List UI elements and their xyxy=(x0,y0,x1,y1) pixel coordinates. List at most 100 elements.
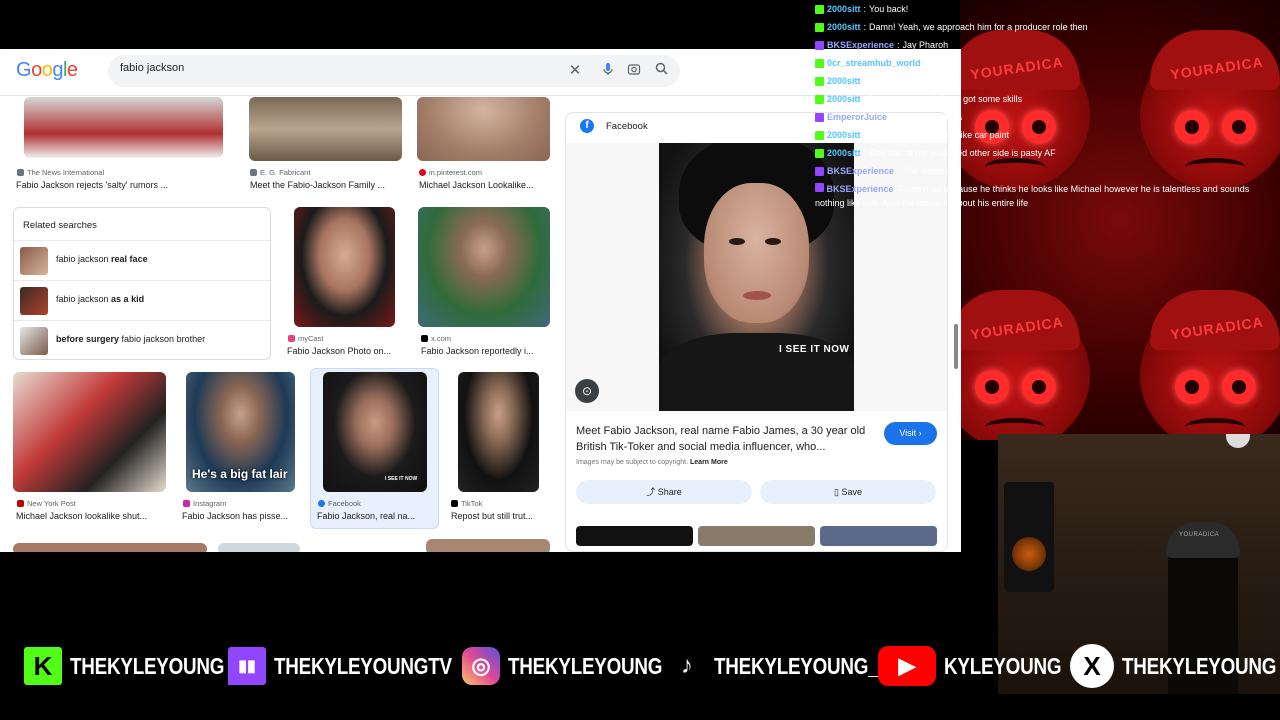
result-caption[interactable]: Michael Jackson lookalike shut... xyxy=(16,511,166,521)
image-overlay-text: I SEE IT NOW xyxy=(385,476,418,482)
social-handle: THEKYLEYOUNGTV xyxy=(274,652,452,679)
result-caption[interactable]: Fabio Jackson Photo on... xyxy=(287,346,405,356)
lens-search-button[interactable]: ⊙ xyxy=(575,379,599,403)
result-source: Instagram xyxy=(183,499,226,508)
result-image[interactable] xyxy=(249,97,402,161)
camera-icon[interactable] xyxy=(625,62,643,80)
result-caption[interactable]: Fabio Jackson reportedly i... xyxy=(421,346,549,356)
result-caption[interactable]: Fabio Jackson has pisse... xyxy=(182,511,302,521)
chat-message: 0cr_streamhub_world: xyxy=(815,54,1275,72)
chat-message: 2000sitt: Shore is this xyxy=(815,72,1275,90)
social-youtube: ▶ KYLEYOUNG xyxy=(878,640,1087,692)
related-image[interactable] xyxy=(820,526,937,546)
twitch-icon: ▮▮ xyxy=(228,647,266,685)
kick-icon xyxy=(815,148,824,158)
result-caption[interactable]: Fabio Jackson, real na... xyxy=(317,511,429,521)
result-source: E. G. Fabricant xyxy=(250,168,310,177)
google-logo[interactable]: Google xyxy=(16,59,78,82)
result-source: New York Post xyxy=(17,499,76,508)
result-image[interactable] xyxy=(218,543,300,552)
related-search-item[interactable]: fabio jackson real face xyxy=(14,240,270,280)
chat-message: BKSExperience: The 'dummies xyxy=(815,162,1275,180)
result-image[interactable] xyxy=(417,97,550,161)
twitch-icon xyxy=(815,40,824,50)
result-source: myCast xyxy=(288,334,323,343)
scrollbar-thumb[interactable] xyxy=(954,324,958,369)
kick-icon: K xyxy=(24,647,62,685)
search-box[interactable]: ✕ xyxy=(108,55,680,87)
result-caption[interactable]: Repost but still trut... xyxy=(451,511,551,521)
search-input[interactable] xyxy=(120,62,540,74)
result-caption[interactable]: Meet the Fabio-Jackson Family ... xyxy=(250,180,410,190)
youtube-icon: ▶ xyxy=(878,646,936,686)
related-image[interactable] xyxy=(698,526,815,546)
kick-icon xyxy=(815,4,824,14)
chat-message: BKSExperience: Jay Pharoh xyxy=(815,36,1275,54)
result-image[interactable] xyxy=(294,207,395,327)
result-image[interactable]: He's a big fat lair xyxy=(186,372,295,492)
stream-chat: 2000sitt: You back! 2000sitt: Damn! Yeah, … xyxy=(815,0,1275,210)
chat-message: EmperorJuice: lol i has a 'goo' a xyxy=(815,108,1275,126)
hat-text: YOURADICA xyxy=(1179,532,1220,538)
search-icon[interactable] xyxy=(652,62,670,80)
tiktok-icon: ♪ xyxy=(681,652,693,679)
kick-icon xyxy=(815,22,824,32)
related-searches-title: Related searches xyxy=(23,220,97,231)
chat-message: 2000sitt: He got lighter with the like ca… xyxy=(815,126,1275,144)
kick-icon xyxy=(815,76,824,86)
result-caption[interactable]: Michael Jackson Lookalike... xyxy=(419,180,554,190)
microphone-icon[interactable] xyxy=(599,62,617,80)
social-handle: THEKYLEYOUNG_ xyxy=(714,652,879,679)
save-button[interactable]: ▯ Save xyxy=(760,480,936,504)
visit-button[interactable]: Visit › xyxy=(884,422,937,445)
social-twitch: ▮▮ THEKYLEYOUNGTV xyxy=(228,640,491,692)
social-kick: K THEKYLEYOUNG xyxy=(24,640,258,692)
twitch-icon xyxy=(815,112,824,122)
panel-title[interactable]: Meet Fabio Jackson, real name Fabio Jame… xyxy=(576,423,876,455)
chat-message: 2000sitt: Damn! Yeah, we approach him for… xyxy=(815,18,1275,36)
studio-speaker xyxy=(1004,482,1054,592)
chat-message: 2000sitt: One half of me is tanned other … xyxy=(815,144,1275,162)
result-image[interactable]: I SEE IT NOW xyxy=(323,372,427,492)
related-searches: Related searches fabio jackson real face… xyxy=(13,207,271,360)
social-handle: KYLEYOUNG xyxy=(944,652,1062,679)
related-search-item[interactable]: fabio jackson as a kid xyxy=(14,280,270,320)
social-x: X THEKYLEYOUNG xyxy=(1070,640,1280,692)
result-source: The News International xyxy=(17,168,104,177)
result-source: in.pinterest.com xyxy=(419,168,482,177)
result-image[interactable] xyxy=(24,97,223,158)
result-image[interactable] xyxy=(458,372,539,492)
result-image[interactable] xyxy=(418,207,550,327)
image-overlay-text: He's a big fat lair xyxy=(192,467,288,481)
kick-icon xyxy=(815,94,824,104)
result-source: Facebook xyxy=(318,499,361,508)
chat-message: 2000sitt: Dude very weird! Dude got some … xyxy=(815,90,1275,108)
related-search-item[interactable]: before surgery fabio jackson brother xyxy=(14,320,270,360)
chat-message: BKSExperience: Fabio mad because he thin… xyxy=(815,183,1250,208)
instagram-icon: ◎ xyxy=(462,647,500,685)
panel-source[interactable]: Facebook xyxy=(606,121,648,132)
x-icon: X xyxy=(1070,644,1114,688)
result-source: x.com xyxy=(421,334,451,343)
close-icon[interactable]: ✕ xyxy=(566,62,584,80)
result-image[interactable] xyxy=(13,372,166,492)
related-image[interactable] xyxy=(576,526,693,546)
kick-icon xyxy=(815,130,824,140)
share-button[interactable]: ⤴ Share xyxy=(576,480,752,504)
preview-image-overlay-text: I SEE IT NOW xyxy=(779,344,850,355)
facebook-icon: f xyxy=(580,119,594,133)
stream-canvas: YOURADICA YOURADICA YOURADICA YOURADICA … xyxy=(0,0,1280,720)
social-handles-bar: K THEKYLEYOUNG ▮▮ THEKYLEYOUNGTV ◎ THEKY… xyxy=(0,640,1280,692)
kick-icon xyxy=(815,58,824,68)
mascot-face: YOURADICA xyxy=(1140,290,1280,440)
result-caption[interactable]: Fabio Jackson rejects 'salty' rumors ... xyxy=(16,180,221,190)
social-instagram: ◎ THEKYLEYOUNG xyxy=(462,640,696,692)
result-source: TikTok xyxy=(451,499,482,508)
result-image[interactable] xyxy=(13,543,207,552)
learn-more-link[interactable]: Learn More xyxy=(690,459,728,466)
result-image[interactable] xyxy=(426,539,550,552)
share-icon: ⤴ xyxy=(646,487,658,497)
mascot-face: YOURADICA xyxy=(960,290,1090,440)
twitch-icon xyxy=(815,183,824,192)
twitch-icon xyxy=(815,166,824,176)
